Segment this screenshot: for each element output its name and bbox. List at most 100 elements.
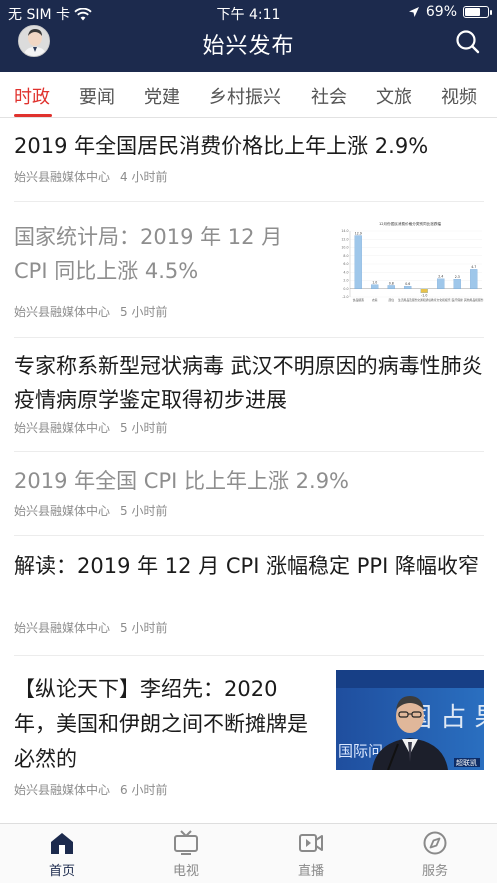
home-icon bbox=[51, 833, 73, 854]
search-icon bbox=[456, 30, 480, 54]
chart-y-tick: 2.0 bbox=[343, 279, 348, 283]
news-source: 始兴县融媒体中心 bbox=[14, 783, 111, 797]
nav-tv[interactable]: 电视 bbox=[146, 830, 226, 879]
news-time: 5 小时前 bbox=[120, 504, 168, 518]
chart-category-label: 教育文化和娱乐 bbox=[431, 298, 451, 302]
title-bar: 始兴发布 bbox=[0, 24, 497, 72]
news-title[interactable]: 【纵论天下】李绍先：2020 年，美国和伊朗之间不断摊牌是必然的 bbox=[14, 672, 322, 777]
news-meta: 始兴县融媒体中心 5 小时前 bbox=[14, 419, 167, 436]
news-title[interactable]: 专家称系新型冠状病毒 武汉不明原因的病毒性肺炎疫情病原学鉴定取得初步进展 bbox=[14, 349, 484, 417]
nav-home-label: 首页 bbox=[48, 864, 75, 879]
chart-category-label: 衣着 bbox=[372, 298, 378, 302]
news-title[interactable]: 2019 年全国 CPI 比上年上涨 2.9% bbox=[14, 464, 484, 498]
chart-title: 12月份居民消费价格分类别同比涨跌幅 bbox=[379, 221, 441, 226]
chart-bar bbox=[453, 279, 461, 289]
news-meta: 始兴县融媒体中心 5 小时前 bbox=[14, 619, 167, 636]
news-title[interactable]: 解读：2019 年 12 月 CPI 涨幅稳定 PPI 降幅收窄 bbox=[14, 549, 484, 583]
chart-data-label: 1.0 bbox=[372, 280, 377, 284]
chart-data-label: 0.6 bbox=[405, 282, 410, 286]
chart-y-tick: 6.0 bbox=[343, 262, 348, 266]
chart-y-tick: 0.0 bbox=[343, 287, 348, 291]
nav-live-label: 直播 bbox=[297, 864, 324, 879]
chart-bar bbox=[387, 285, 395, 289]
battery-percent: 69% bbox=[425, 4, 457, 20]
chart-data-label: 2.4 bbox=[438, 275, 443, 279]
news-meta: 始兴县融媒体中心 6 小时前 bbox=[14, 781, 167, 798]
chart-y-tick: 4.0 bbox=[343, 270, 348, 274]
chart-y-tick: -2.0 bbox=[342, 295, 348, 299]
chart-thumbnail[interactable]: 12月份居民消费价格分类别同比涨跌幅 14.0 12.0 10.0 8.0 6.0 4.0 2… bbox=[336, 219, 484, 313]
battery-icon bbox=[463, 6, 492, 18]
chart-bar bbox=[437, 278, 445, 289]
chart-bar bbox=[354, 235, 362, 289]
news-item[interactable]: 专家称系新型冠状病毒 武汉不明原因的病毒性肺炎疫情病原学鉴定取得初步进展 始兴县… bbox=[14, 338, 484, 452]
nav-tv-label: 电视 bbox=[172, 864, 199, 879]
tab-shehui[interactable]: 社会 bbox=[311, 83, 347, 109]
news-time: 5 小时前 bbox=[120, 305, 168, 319]
tab-wenlv[interactable]: 文旅 bbox=[376, 83, 412, 109]
news-title[interactable]: 2019 年全国居民消费价格比上年上涨 2.9% bbox=[14, 129, 484, 163]
nav-live[interactable]: 直播 bbox=[271, 830, 351, 879]
speaker-photo: 国 占 果 国际问 超联凯 bbox=[336, 670, 484, 770]
category-tabs: 时政 要闻 党建 乡村振兴 社会 文旅 视频 bbox=[0, 72, 497, 118]
news-source: 始兴县融媒体中心 bbox=[14, 421, 111, 435]
chart-y-tick: 10.0 bbox=[341, 246, 348, 250]
battery-level-fill bbox=[465, 8, 481, 16]
status-bar: 无 SIM 卡 下午 4:11 69% bbox=[0, 0, 497, 24]
tab-shizheng[interactable]: 时政 bbox=[14, 83, 50, 109]
chart-bar bbox=[470, 269, 478, 289]
chart-data-label: 12.9 bbox=[355, 231, 362, 235]
news-source: 始兴县融媒体中心 bbox=[14, 504, 111, 518]
news-item[interactable]: 解读：2019 年 12 月 CPI 涨幅稳定 PPI 降幅收窄 始兴县融媒体中… bbox=[14, 536, 484, 656]
nav-services-label: 服务 bbox=[421, 864, 448, 879]
news-item[interactable]: 【纵论天下】李绍先：2020 年，美国和伊朗之间不断摊牌是必然的 始兴县融媒体中… bbox=[14, 656, 484, 812]
live-video-icon bbox=[299, 834, 323, 852]
chart-bar bbox=[371, 284, 379, 289]
news-meta: 始兴县融媒体中心 4 小时前 bbox=[14, 168, 167, 185]
cpi-bar-chart: 12月份居民消费价格分类别同比涨跌幅 14.0 12.0 10.0 8.0 6.0 4.0 2… bbox=[341, 221, 484, 302]
news-source: 始兴县融媒体中心 bbox=[14, 621, 111, 635]
news-time: 4 小时前 bbox=[120, 170, 168, 184]
chart-y-tick: 8.0 bbox=[343, 254, 348, 258]
nav-services[interactable]: 服务 bbox=[395, 830, 475, 879]
chart-category-label: 食品烟酒 bbox=[353, 298, 364, 302]
chart-y-tick: 14.0 bbox=[341, 229, 348, 233]
chart-category-label: 其他用品和服务 bbox=[464, 298, 484, 302]
chart-category-label: 交通和通信 bbox=[417, 298, 431, 302]
chart-data-label: 4.7 bbox=[471, 265, 476, 269]
tv-icon bbox=[174, 830, 198, 855]
chart-bar bbox=[404, 286, 412, 289]
app-title: 始兴发布 bbox=[202, 34, 295, 59]
news-source: 始兴县融媒体中心 bbox=[14, 305, 111, 319]
chart-data-label: 0.8 bbox=[389, 281, 394, 285]
chart-data-label: 2.3 bbox=[455, 275, 460, 279]
app-header: 无 SIM 卡 下午 4:11 69% 始兴发布 bbox=[0, 0, 497, 72]
news-time: 6 小时前 bbox=[120, 783, 168, 797]
tab-dangjian[interactable]: 党建 bbox=[144, 83, 180, 109]
chart-category-label: 医疗保健 bbox=[452, 298, 463, 302]
news-item[interactable]: 2019 年全国居民消费价格比上年上涨 2.9% 始兴县融媒体中心 4 小时前 bbox=[14, 118, 484, 202]
news-time: 5 小时前 bbox=[120, 621, 168, 635]
chart-category-label: 生活用品及服务 bbox=[398, 298, 418, 302]
speaker-photo-thumbnail[interactable]: 国 占 果 国际问 超联凯 bbox=[336, 670, 484, 770]
channel-logo: 超联凯 bbox=[456, 758, 477, 767]
tab-yaowen[interactable]: 要闻 bbox=[79, 83, 115, 109]
tab-xiangcun[interactable]: 乡村振兴 bbox=[209, 83, 281, 109]
active-tab-indicator bbox=[14, 114, 52, 117]
chart-bar bbox=[420, 288, 428, 294]
chart-y-tick: 12.0 bbox=[341, 237, 348, 241]
news-meta: 始兴县融媒体中心 5 小时前 bbox=[14, 303, 167, 320]
news-meta: 始兴县融媒体中心 5 小时前 bbox=[14, 502, 167, 519]
news-source: 始兴县融媒体中心 bbox=[14, 170, 111, 184]
chart-category-label: 居住 bbox=[388, 298, 394, 302]
search-button[interactable] bbox=[453, 27, 483, 57]
news-title[interactable]: 国家统计局：2019 年 12 月 CPI 同比上涨 4.5% bbox=[14, 220, 320, 288]
compass-icon bbox=[423, 831, 447, 855]
nav-home[interactable]: 首页 bbox=[22, 830, 102, 879]
chart-data-label: -1.0 bbox=[421, 293, 427, 297]
news-item[interactable]: 2019 年全国 CPI 比上年上涨 2.9% 始兴县融媒体中心 5 小时前 bbox=[14, 452, 484, 536]
news-time: 5 小时前 bbox=[120, 421, 168, 435]
news-item[interactable]: 国家统计局：2019 年 12 月 CPI 同比上涨 4.5% 始兴县融媒体中心… bbox=[14, 202, 484, 338]
tab-shipin[interactable]: 视频 bbox=[441, 83, 477, 109]
location-arrow-icon bbox=[408, 7, 419, 17]
